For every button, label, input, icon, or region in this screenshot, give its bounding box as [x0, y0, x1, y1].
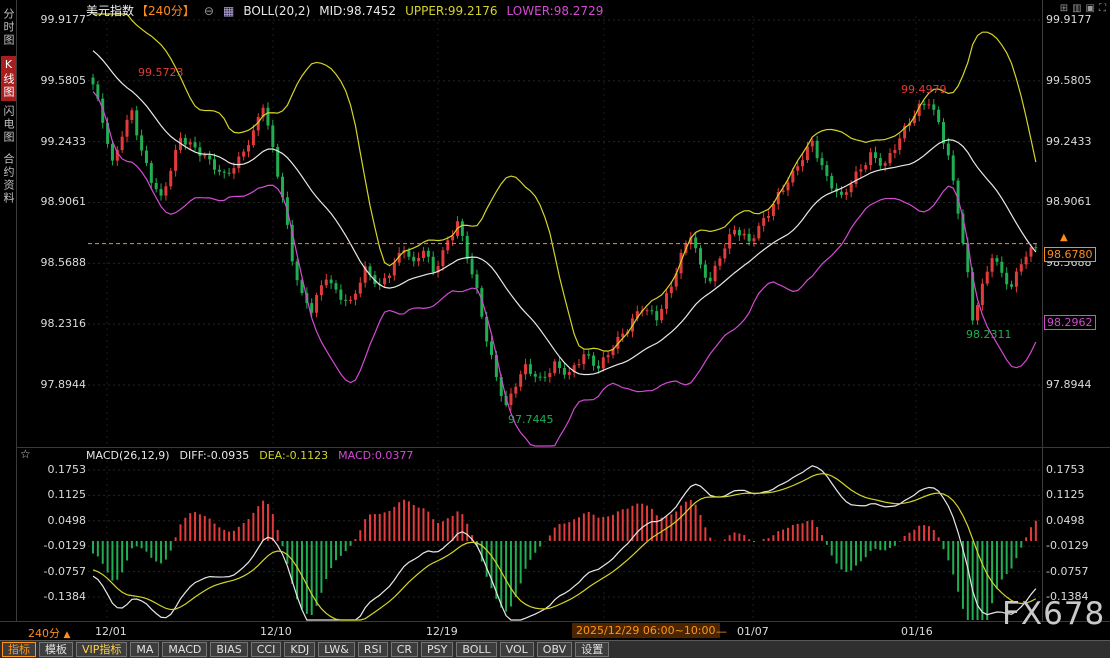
macd-macd-value: MACD:0.0377 — [338, 449, 413, 462]
indicator-type-icon[interactable]: ▦ — [223, 4, 234, 18]
tab-lw[interactable]: LW& — [318, 642, 355, 657]
sidebar-item-lightning[interactable]: 闪电图 — [1, 103, 16, 146]
macd-axis-label: 0.1125 — [1046, 488, 1085, 501]
tab-obv[interactable]: OBV — [537, 642, 572, 657]
price-axis-label: 99.9177 — [30, 13, 86, 26]
instrument-title: 美元指数 — [86, 2, 134, 19]
low-annotation: 98.2311 — [966, 328, 1012, 341]
macd-header: MACD(26,12,9) DIFF:-0.0935 DEA:-0.1123 M… — [86, 449, 413, 462]
macd-label: MACD(26,12,9) — [86, 449, 170, 462]
sidebar-item-timeline[interactable]: 分时图 — [1, 6, 16, 49]
tab-vol[interactable]: VOL — [500, 642, 534, 657]
low-annotation: 97.7445 — [508, 413, 554, 426]
price-axis-label: 98.5688 — [30, 256, 86, 269]
x-axis-label: 12/10 — [260, 625, 292, 638]
last-price-tag: 98.6780 — [1044, 247, 1096, 262]
price-axis-label: 97.8944 — [30, 378, 86, 391]
tab-settings[interactable]: 设置 — [575, 642, 609, 657]
range-dash: — — [716, 625, 727, 638]
tab-boll[interactable]: BOLL — [456, 642, 496, 657]
tab-cci[interactable]: CCI — [251, 642, 282, 657]
macd-axis-label: -0.0129 — [1046, 539, 1088, 552]
boll-label: BOLL(20,2) — [243, 4, 310, 18]
tab-bias[interactable]: BIAS — [210, 642, 247, 657]
tab-indicator[interactable]: 指标 — [2, 642, 36, 657]
tab-cr[interactable]: CR — [391, 642, 418, 657]
tab-macd[interactable]: MACD — [162, 642, 207, 657]
price-axis-label: 98.2316 — [30, 317, 86, 330]
x-axis-label: 12/01 — [95, 625, 127, 638]
price-axis-label: 99.2433 — [1046, 135, 1092, 148]
x-axis-label: 01/07 — [737, 625, 769, 638]
tab-vip-indicator[interactable]: VIP指标 — [76, 642, 127, 657]
price-axis-label: 99.2433 — [30, 135, 86, 148]
collapse-icon[interactable]: ⊖ — [204, 4, 214, 18]
x-axis-label: 01/16 — [901, 625, 933, 638]
x-axis-label: 12/19 — [426, 625, 458, 638]
period-selector[interactable]: 240分 ▲ — [28, 625, 70, 641]
tab-template[interactable]: 模板 — [39, 642, 73, 657]
macd-axis-label: 0.1125 — [30, 488, 86, 501]
favorite-star-icon[interactable]: ☆ — [20, 447, 31, 461]
chart-header: 美元指数 【240分】 ⊖ ▦ BOLL(20,2) MID:98.7452 U… — [86, 2, 603, 19]
macd-axis-label: 0.0498 — [1046, 514, 1085, 527]
macd-axis-label: -0.0129 — [30, 539, 86, 552]
selected-range-label: 2025/12/29 06:00~10:00 — [572, 623, 720, 638]
price-axis-label: 99.5805 — [1046, 74, 1092, 87]
period-label[interactable]: 【240分】 — [136, 2, 195, 19]
macd-axis-label: 0.1753 — [30, 463, 86, 476]
macd-axis-label: 0.1753 — [1046, 463, 1085, 476]
fullscreen-icon[interactable]: ⛶ — [1099, 3, 1106, 14]
tab-rsi[interactable]: RSI — [358, 642, 388, 657]
price-axis-label: 98.9061 — [1046, 195, 1092, 208]
macd-axis-label: -0.0757 — [1046, 565, 1088, 578]
kline-chart-canvas[interactable] — [0, 0, 1110, 658]
period-text: 240分 — [28, 627, 60, 640]
price-axis-label: 99.9177 — [1046, 13, 1092, 26]
tab-psy[interactable]: PSY — [421, 642, 453, 657]
sidebar-item-contract-info[interactable]: 合约资料 — [1, 151, 16, 207]
macd-diff-value: DIFF:-0.0935 — [180, 449, 250, 462]
tab-kdj[interactable]: KDJ — [284, 642, 315, 657]
price-axis-label: 99.5805 — [30, 74, 86, 87]
sidebar-item-kline[interactable]: K线图 — [1, 56, 16, 101]
macd-dea-value: DEA:-0.1123 — [259, 449, 328, 462]
price-up-arrow: ▲ — [1060, 232, 1068, 243]
high-annotation: 99.4979 — [901, 83, 947, 96]
trading-app-window: 美元指数 【240分】 ⊖ ▦ BOLL(20,2) MID:98.7452 U… — [0, 0, 1110, 658]
boll-mid-value: MID:98.7452 — [319, 4, 396, 18]
high-annotation: 99.5723 — [138, 66, 184, 79]
tab-ma[interactable]: MA — [130, 642, 159, 657]
boll-upper-value: UPPER:99.2176 — [405, 4, 497, 18]
watermark: FX678 — [1002, 596, 1105, 632]
macd-axis-label: -0.1384 — [30, 590, 86, 603]
macd-axis-label: 0.0498 — [30, 514, 86, 527]
indicator-toolbar: 指标 模板 VIP指标 MA MACD BIAS CCI KDJ LW& RSI… — [0, 640, 1110, 658]
boll-lower-value: LOWER:98.2729 — [507, 4, 604, 18]
price-axis-label: 97.8944 — [1046, 378, 1092, 391]
price-axis-label: 98.9061 — [30, 195, 86, 208]
period-arrow-icon: ▲ — [64, 630, 71, 640]
macd-axis-label: -0.0757 — [30, 565, 86, 578]
lower-band-tag: 98.2962 — [1044, 315, 1096, 330]
